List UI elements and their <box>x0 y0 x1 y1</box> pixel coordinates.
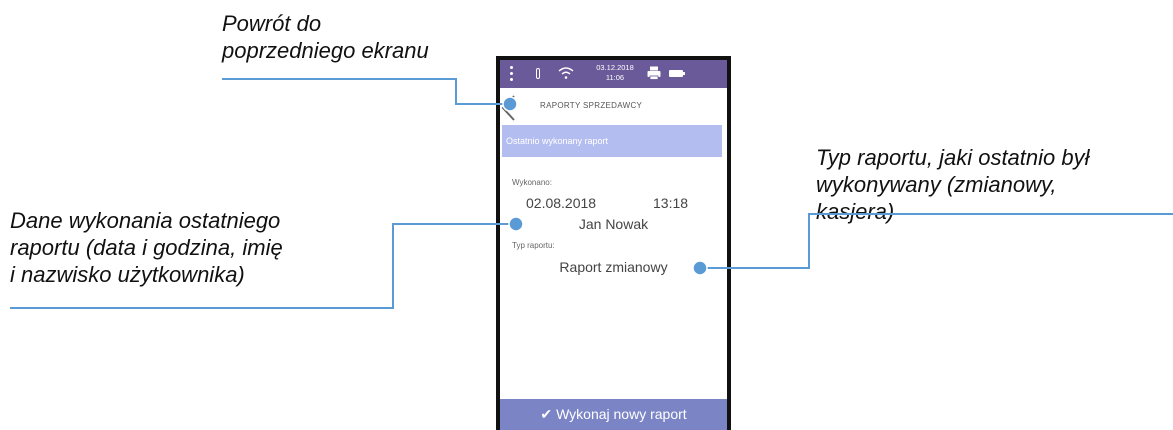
executed-date: 02.08.2018 <box>526 195 597 211</box>
callout-line-back <box>222 78 510 105</box>
printer-icon <box>647 66 661 80</box>
callout-line-2: poprzedniego ekranu <box>222 38 429 63</box>
section-banner: Ostatnio wykonany raport <box>502 125 722 157</box>
device-screen: 03.12.2018 11:06 RAPORTY SPRZEDAWCY Osta… <box>500 60 727 430</box>
page-title: RAPORTY SPRZEDAWCY <box>540 101 643 110</box>
callout-line-3: i nazwisko użytkownika) <box>10 262 245 287</box>
status-date: 03.12.2018 <box>596 63 634 72</box>
callout-line-1: Powrót do <box>222 11 322 36</box>
executed-label: Wykonano: <box>512 178 552 187</box>
battery-icon <box>669 70 685 77</box>
back-button[interactable] <box>500 94 522 122</box>
chevron-left-icon <box>501 95 515 121</box>
callout-line-1: Typ raportu, jaki ostatnio był <box>816 145 1090 170</box>
callout-execution-text: Dane wykonania ostatniego raportu (data … <box>10 207 283 288</box>
thermometer-icon <box>536 68 540 79</box>
callout-back-text: Powrót do poprzedniego ekranu <box>222 10 429 64</box>
callout-line-1: Dane wykonania ostatniego <box>10 208 281 233</box>
checkmark-icon: ✔ <box>540 406 553 422</box>
callout-report-type-text: Typ raportu, jaki ostatnio był wykonywan… <box>816 144 1090 225</box>
callout-line-3: kasjera) <box>816 199 895 224</box>
menu-dots-icon[interactable] <box>509 64 515 84</box>
callout-line-2: raportu (data i godzina, imię <box>10 235 283 260</box>
report-type-value: Raport zmianowy <box>559 259 668 275</box>
callout-line-2: wykonywany (zmianowy, <box>816 172 1057 197</box>
run-new-report-label: Wykonaj nowy raport <box>556 406 687 422</box>
executed-time: 13:18 <box>653 195 689 211</box>
status-bar: 03.12.2018 11:06 <box>500 60 727 88</box>
report-type-label: Typ raportu: <box>512 241 555 250</box>
run-new-report-button[interactable]: ✔ Wykonaj nowy raport <box>500 399 727 430</box>
executed-user: Jan Nowak <box>578 216 649 232</box>
status-datetime: 03.12.2018 11:06 <box>592 63 638 83</box>
wifi-icon <box>558 67 574 79</box>
status-time: 11:06 <box>605 73 625 82</box>
